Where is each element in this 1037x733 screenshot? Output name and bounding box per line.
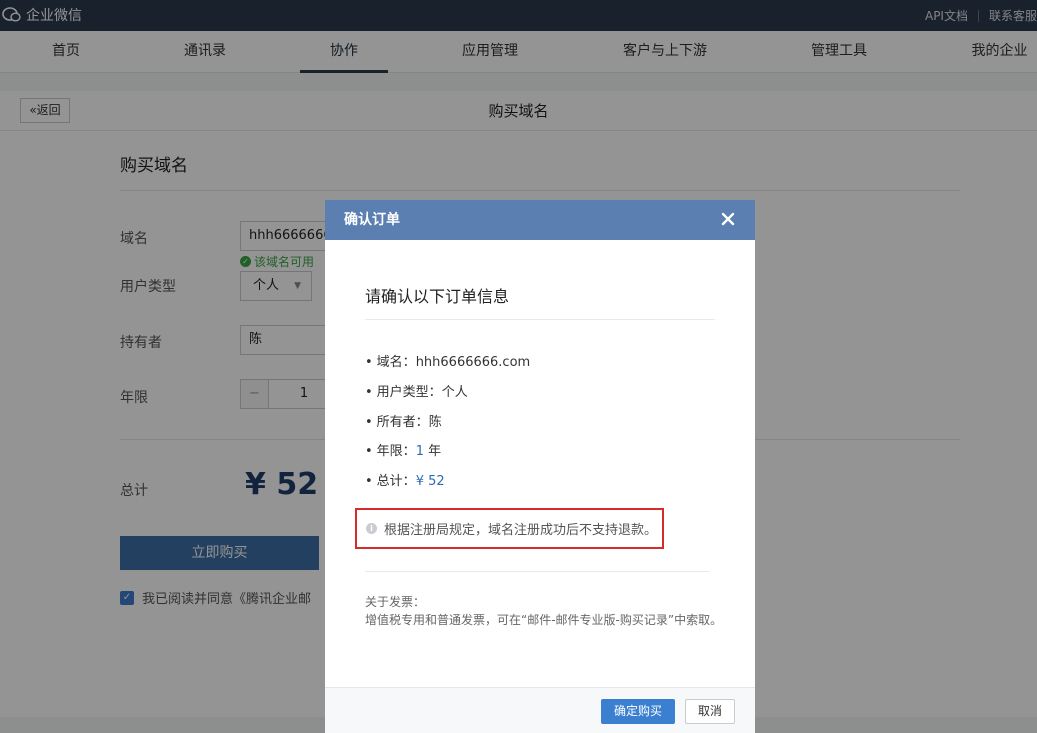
invoice-text: 增值税专用和普通发票，可在“邮件-邮件专业版-购买记录”中索取。 <box>365 613 723 627</box>
order-owner-value: 陈 <box>428 415 442 430</box>
invoice-info: 关于发票： 增值税专用和普通发票，可在“邮件-邮件专业版-购买记录”中索取。 <box>365 593 725 629</box>
refund-notice: i 根据注册局规定，域名注册成功后不支持退款。 <box>355 508 664 549</box>
order-domain-value: hhh6666666.com <box>415 355 531 370</box>
order-item-years: • 年限：1 年 <box>365 444 442 459</box>
confirm-order-dialog: 确认订单 请确认以下订单信息 • 域名：hhh6666666.com • 用户类型：… <box>325 200 755 733</box>
refund-notice-text: 根据注册局规定，域名注册成功后不支持退款。 <box>384 523 658 538</box>
dialog-title: 确认订单 <box>344 212 400 228</box>
divider <box>365 571 710 572</box>
order-item-domain: • 域名：hhh6666666.com <box>365 355 531 370</box>
order-item-total: • 总计：¥ 52 <box>365 474 445 489</box>
order-user-type-label: 用户类型： <box>376 385 442 400</box>
order-item-user-type: • 用户类型：个人 <box>365 385 468 400</box>
cancel-button[interactable]: 取消 <box>685 699 735 724</box>
order-years-unit: 年 <box>428 444 442 459</box>
dialog-heading: 请确认以下订单信息 <box>365 287 510 306</box>
order-owner-label: 所有者： <box>376 415 429 430</box>
order-years-label: 年限： <box>376 444 416 459</box>
invoice-title: 关于发票： <box>365 595 426 609</box>
dialog-header: 确认订单 <box>325 200 755 240</box>
confirm-purchase-button[interactable]: 确定购买 <box>601 699 675 724</box>
info-icon: i <box>366 523 377 534</box>
dialog-footer: 确定购买 取消 <box>325 687 755 733</box>
order-years-value: 1 <box>415 444 424 459</box>
order-user-type-value: 个人 <box>441 385 468 400</box>
order-total-label: 总计： <box>376 474 416 489</box>
order-total-value: ¥ 52 <box>415 474 445 489</box>
order-item-owner: • 所有者：陈 <box>365 415 442 430</box>
close-icon[interactable] <box>717 208 739 230</box>
order-domain-label: 域名： <box>376 355 416 370</box>
divider <box>365 319 715 320</box>
